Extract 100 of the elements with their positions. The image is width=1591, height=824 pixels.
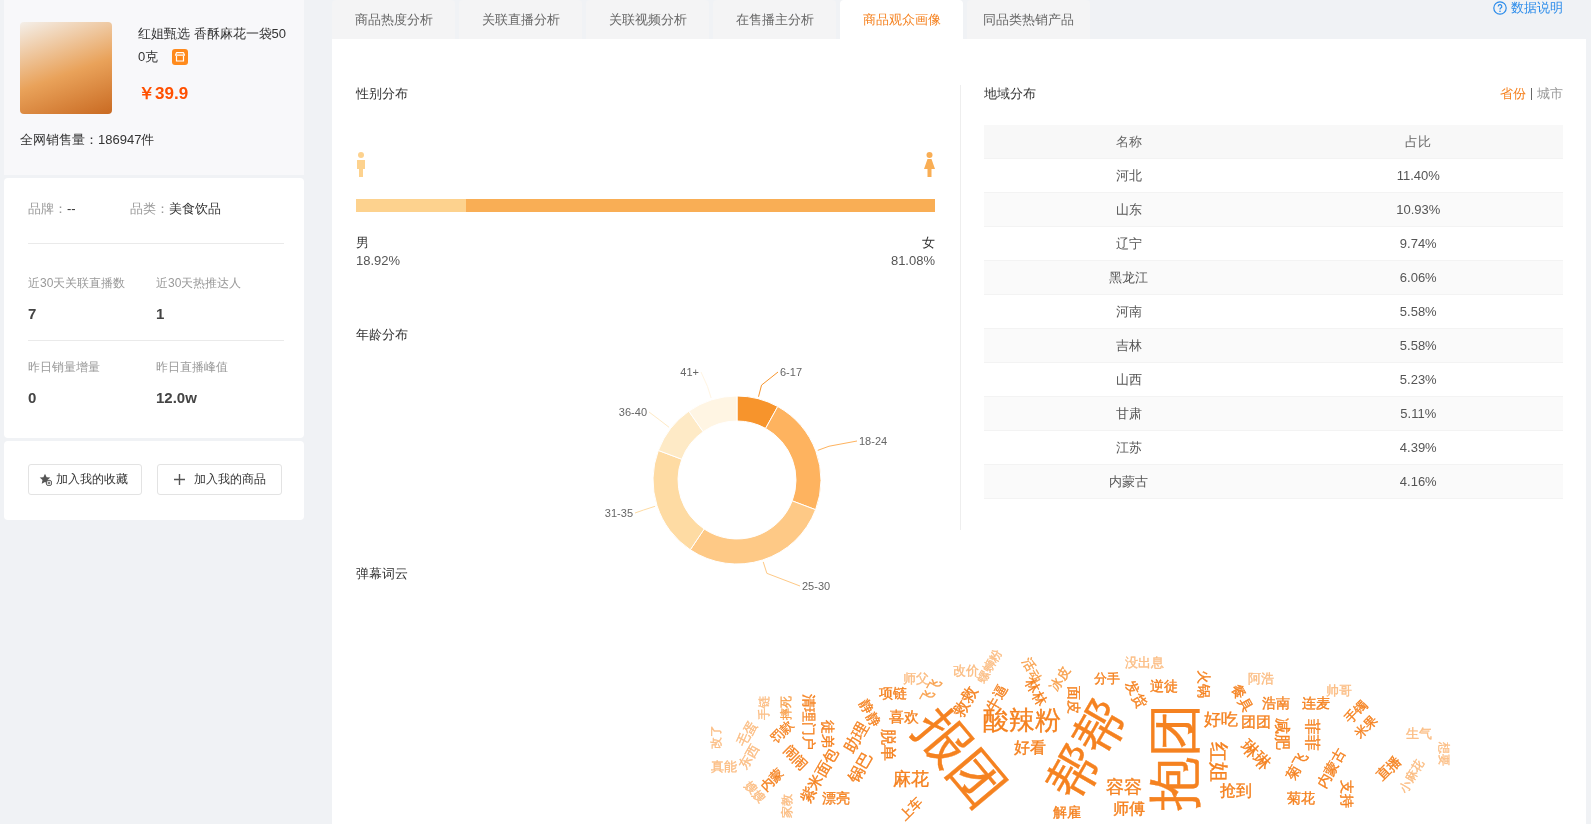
cloud-word: 浩南 <box>1262 696 1290 710</box>
stat-label: 近30天关联直播数 <box>28 275 127 291</box>
cloud-word: 徒弟 <box>821 720 835 748</box>
stat-value: 0 <box>28 388 38 408</box>
cloud-word: 帅哥 <box>1326 684 1352 697</box>
cloud-word: 减肥 <box>1274 718 1290 750</box>
attribute-value: -- <box>67 201 76 216</box>
tab[interactable]: 商品热度分析 <box>332 0 455 39</box>
tab[interactable]: 关联视频分析 <box>586 0 709 39</box>
stat-value: 1 <box>156 304 166 324</box>
table-cell: 5.58% <box>1273 329 1563 362</box>
region-toggle[interactable]: 城市 <box>1537 85 1563 103</box>
cloud-word: 师父 <box>903 672 929 685</box>
help-link[interactable]: 数据说明 <box>1493 0 1563 16</box>
attribute-value: 美食饮品 <box>169 201 221 216</box>
leader-line <box>634 505 656 514</box>
cloud-word: 菊飞 <box>1283 750 1311 782</box>
leader-line <box>648 411 670 428</box>
star-plus-icon <box>39 473 52 486</box>
cloud-word: 阿浩 <box>1248 672 1274 685</box>
section-title: 地域分布 <box>984 85 1036 103</box>
cloud-word: 想要 <box>1438 742 1450 766</box>
gender-percentage: 81.08% <box>890 252 935 270</box>
shop-icon[interactable] <box>172 49 188 65</box>
cloud-word: 改价 <box>953 664 979 677</box>
cloud-word: 生气 <box>1406 727 1432 740</box>
cloud-word: 容容 <box>1106 778 1142 796</box>
column-header: 占比 <box>1273 125 1563 158</box>
cloud-word: 团团 <box>1241 714 1271 729</box>
leader-line <box>762 561 801 587</box>
product-price: ￥39.9 <box>138 84 190 104</box>
cloud-word: 直播 <box>1373 753 1403 783</box>
cloud-word: 项链 <box>879 686 907 700</box>
cloud-word: 抱团 <box>1147 703 1201 811</box>
cloud-word: 连麦 <box>1302 696 1330 710</box>
sales-volume: 全网销售量：186947件 <box>20 131 156 149</box>
cloud-word: 菊花 <box>1287 791 1315 805</box>
section-title: 年龄分布 <box>356 326 408 344</box>
gender-label: 男 <box>356 234 369 252</box>
table-cell: 山东 <box>984 193 1274 226</box>
male-figure-icon <box>356 152 366 177</box>
cloud-word: 漂亮 <box>822 791 850 805</box>
cloud-word: 抢到 <box>1220 783 1252 799</box>
column-header: 名称 <box>984 125 1274 158</box>
help-icon <box>1493 1 1507 15</box>
age-label: 18-24 <box>859 435 888 447</box>
age-label: 31-35 <box>604 507 633 519</box>
cloud-word: 脱单 <box>880 729 896 761</box>
attribute-label: 品牌： <box>28 201 67 216</box>
attribute-label: 品类： <box>130 201 169 216</box>
stat-label: 近30天热推达人 <box>156 275 243 291</box>
gender-percentage: 18.92% <box>356 252 401 270</box>
table-cell: 4.16% <box>1273 465 1563 498</box>
age-label: 25-30 <box>802 580 831 592</box>
table-cell: 10.93% <box>1273 193 1563 226</box>
table-cell: 内蒙古 <box>984 465 1274 498</box>
female-figure-icon <box>924 152 935 177</box>
cloud-word: 逆徒 <box>1150 679 1178 693</box>
stat-label: 昨日直播峰值 <box>156 359 229 375</box>
cloud-word: 摔死 <box>780 696 792 720</box>
cloud-word: 菲菲 <box>1304 719 1320 751</box>
cloud-word: 好看 <box>1014 740 1046 756</box>
cloud-word: 家教 <box>781 794 793 818</box>
plus-icon <box>174 474 185 485</box>
table-cell: 黑龙江 <box>984 261 1274 294</box>
cloud-word: 火锅 <box>1197 670 1211 698</box>
table-cell: 5.11% <box>1273 397 1563 430</box>
cloud-word: 酸辣粉 <box>983 707 1061 733</box>
cloud-word: 发货 <box>1122 678 1150 710</box>
cloud-word: 琳琳 <box>1237 737 1275 774</box>
tab[interactable]: 同品类热销产品 <box>967 0 1090 39</box>
cloud-word: 分手 <box>1094 672 1120 685</box>
favorite-button[interactable]: 加入我的收藏 <box>28 464 142 495</box>
stat-value: 7 <box>28 304 38 324</box>
cloud-word: 改了 <box>710 725 722 749</box>
age-label: 41+ <box>680 366 699 378</box>
table-cell: 吉林 <box>984 329 1274 362</box>
cloud-word: 好吃 <box>1204 711 1238 728</box>
cloud-word: 没出息 <box>1125 656 1164 669</box>
stat-value: 12.0w <box>156 388 198 408</box>
cloud-word: 上车 <box>897 794 925 823</box>
cloud-word: 麻花 <box>893 770 929 788</box>
add-product-button[interactable]: 加入我的商品 <box>157 464 282 495</box>
section-title: 弹幕词云 <box>356 565 408 583</box>
cloud-word: 真能 <box>711 760 737 773</box>
product-title[interactable]: 红姐甄选 香酥麻花一袋500克 <box>138 22 288 68</box>
tab[interactable]: 关联直播分析 <box>459 0 582 39</box>
table-cell: 甘肃 <box>984 397 1274 430</box>
cloud-word: 师傅 <box>1113 801 1145 817</box>
cloud-word: 红姐 <box>1209 742 1229 782</box>
age-label: 36-40 <box>618 406 647 418</box>
table-cell: 6.06% <box>1273 261 1563 294</box>
cloud-word: 解雇 <box>1053 805 1081 819</box>
tab[interactable]: 在售播主分析 <box>713 0 836 39</box>
gender-label: 女 <box>922 234 935 252</box>
cloud-word: 支持 <box>1340 780 1354 808</box>
leader-line <box>817 440 858 451</box>
cloud-word: 手链 <box>758 696 770 720</box>
section-title: 性别分布 <box>356 85 408 103</box>
leader-line <box>758 371 779 398</box>
